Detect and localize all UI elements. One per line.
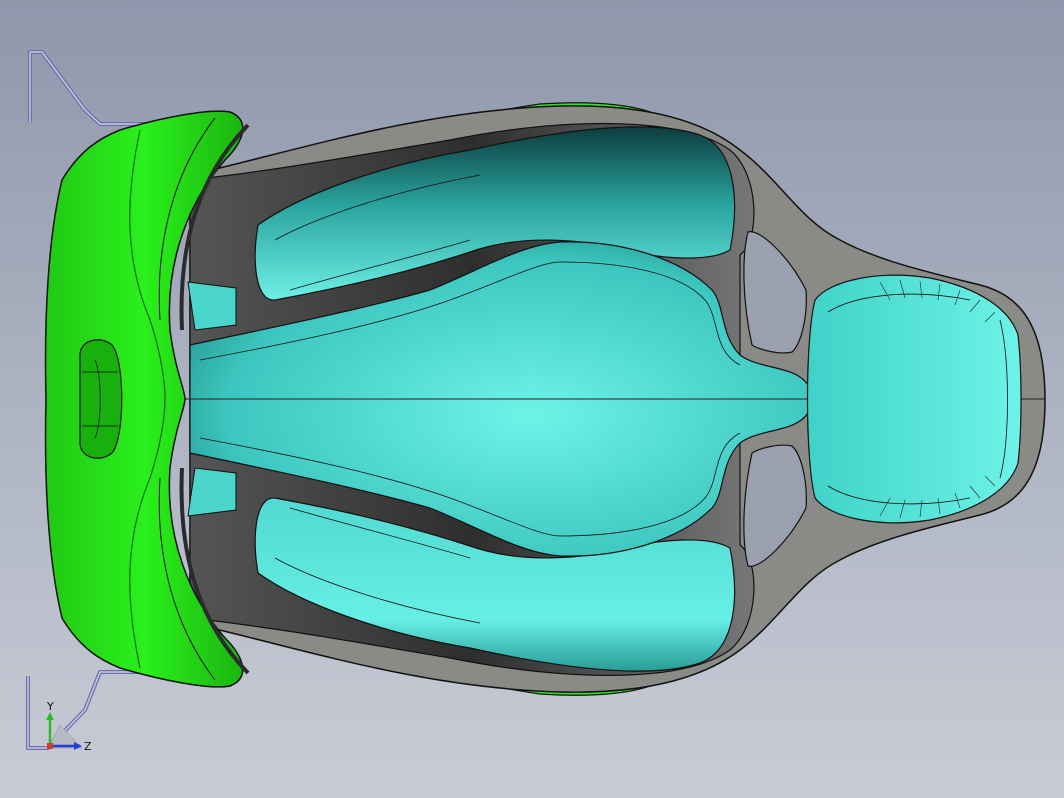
y-axis-arrow xyxy=(46,712,54,720)
handle-slot xyxy=(79,339,123,459)
x-axis-dot xyxy=(47,743,53,749)
side-pocket-top xyxy=(187,281,237,331)
y-axis-label: Y xyxy=(46,700,54,713)
seat-3d-model[interactable]: Y Z xyxy=(0,0,1064,798)
z-axis-arrow xyxy=(74,742,82,750)
bracket-wire-top xyxy=(28,50,150,126)
z-axis-label: Z xyxy=(84,740,92,753)
graphics-viewport[interactable]: Y Z xyxy=(0,0,1064,798)
side-pocket-bottom xyxy=(187,467,237,517)
headrest xyxy=(806,274,1022,524)
